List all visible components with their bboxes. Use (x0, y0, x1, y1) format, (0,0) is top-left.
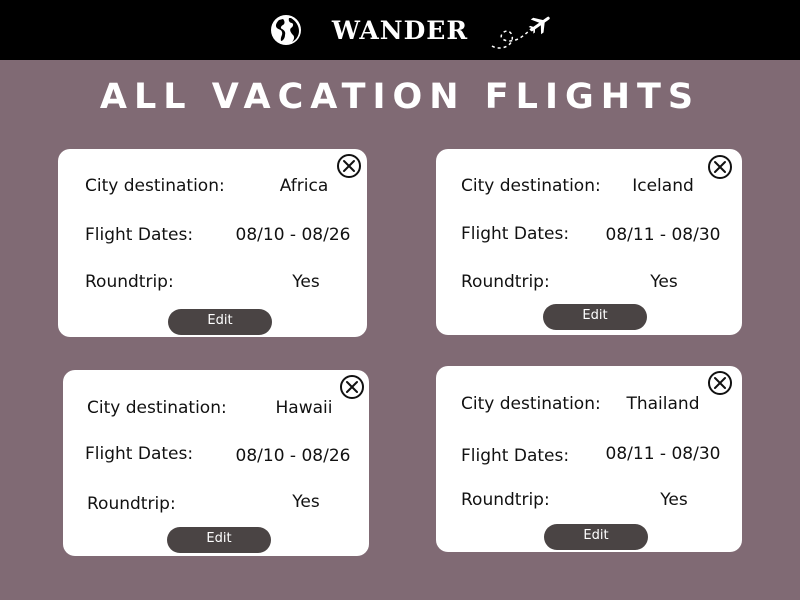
page-title: ALL VACATION FLIGHTS (99, 77, 701, 117)
flight-dates-label: Flight Dates: (85, 225, 194, 245)
flight-dates-label: Flight Dates: (461, 446, 570, 466)
flight-card: City destination: Iceland Flight Dates: … (436, 149, 742, 335)
edit-button[interactable]: Edit (168, 309, 272, 335)
top-navigation-bar: WANDER (0, 0, 800, 60)
roundtrip-value: Yes (660, 490, 688, 510)
edit-button[interactable]: Edit (544, 524, 648, 550)
roundtrip-value: Yes (292, 492, 320, 512)
roundtrip-label: Roundtrip: (461, 272, 550, 292)
globe-icon (271, 15, 301, 45)
city-destination-value: Thailand (626, 394, 700, 414)
flight-dates-value: 08/10 - 08/26 (235, 446, 351, 466)
city-destination-label: City destination: (461, 394, 601, 414)
flight-card: City destination: Africa Flight Dates: 0… (58, 149, 367, 337)
flight-dates-value: 08/10 - 08/26 (235, 225, 351, 245)
city-destination-label: City destination: (85, 176, 225, 196)
flight-dates-value: 08/11 - 08/30 (605, 225, 721, 245)
roundtrip-label: Roundtrip: (461, 490, 550, 510)
flight-card: City destination: Thailand Flight Dates:… (436, 366, 742, 552)
roundtrip-label: Roundtrip: (85, 272, 174, 292)
city-destination-value: Hawaii (275, 398, 333, 418)
flight-dates-label: Flight Dates: (85, 444, 194, 464)
city-destination-label: City destination: (87, 398, 227, 418)
airplane-dotted-trail-icon (491, 16, 550, 49)
edit-button[interactable]: Edit (543, 304, 647, 330)
city-destination-label: City destination: (461, 176, 601, 196)
city-destination-value: Africa (279, 176, 329, 196)
brand-logo: WANDER (331, 16, 469, 45)
roundtrip-label: Roundtrip: (87, 494, 176, 514)
flight-dates-label: Flight Dates: (461, 224, 570, 244)
edit-button[interactable]: Edit (167, 527, 271, 553)
roundtrip-value: Yes (292, 272, 320, 292)
flight-card: City destination: Hawaii Flight Dates: 0… (63, 370, 369, 556)
roundtrip-value: Yes (650, 272, 678, 292)
city-destination-value: Iceland (632, 176, 694, 196)
flight-dates-value: 08/11 - 08/30 (605, 444, 721, 464)
